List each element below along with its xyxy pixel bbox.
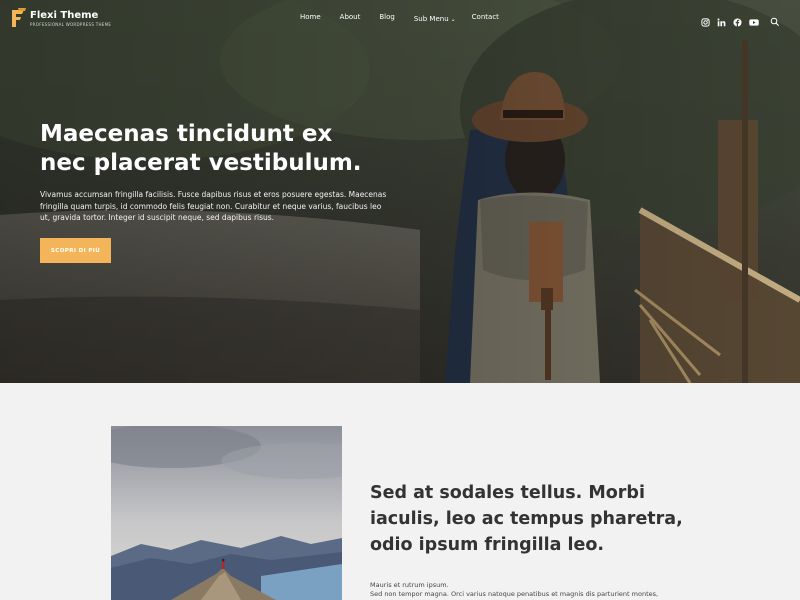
site-tagline: PROFESSIONAL WORDPRESS THEME [30,22,112,27]
logo-mark-icon [12,8,26,27]
nav-item-sub-menu[interactable]: Sub Menu ⌄ [414,13,456,25]
youtube-icon[interactable] [749,12,759,26]
feature-body-line-2: Sed non tempor magna. Orci varius natoqu… [370,590,659,598]
main-menu: Home About Blog Sub Menu ⌄ Contact [300,13,518,25]
hero-description: Vivamus accumsan fringilla facilisis. Fu… [40,190,387,222]
facebook-icon[interactable] [733,12,742,27]
feature-headline: Sed at sodales tellus. Morbi iaculis, le… [370,483,683,555]
discover-more-button[interactable]: SCOPRI DI PIÙ [40,238,111,263]
feature-body-line-1: Mauris et rutrum ipsum. [370,581,449,589]
feature-section: Sed at sodales tellus. Morbi iaculis, le… [0,383,800,600]
site-logo[interactable]: Flexi Theme PROFESSIONAL WORDPRESS THEME [12,8,111,30]
linkedin-icon[interactable] [717,12,726,27]
search-icon[interactable] [770,12,780,26]
hero-section: Flexi Theme PROFESSIONAL WORDPRESS THEME… [0,0,800,383]
nav-item-about[interactable]: About [340,13,361,25]
social-links [701,12,759,27]
mountain-photo [111,426,342,600]
nav-item-sub-menu-label: Sub Menu [413,15,449,23]
nav-item-home[interactable]: Home [300,13,321,25]
instagram-icon[interactable] [701,12,710,27]
nav-item-blog[interactable]: Blog [379,13,394,25]
top-navigation: Flexi Theme PROFESSIONAL WORDPRESS THEME… [0,0,800,36]
site-title: Flexi Theme [30,10,99,21]
hero-title: Maecenas tincidunt ex nec placerat vesti… [40,121,362,176]
chevron-down-icon: ⌄ [450,15,456,23]
nav-item-contact[interactable]: Contact [472,13,499,25]
